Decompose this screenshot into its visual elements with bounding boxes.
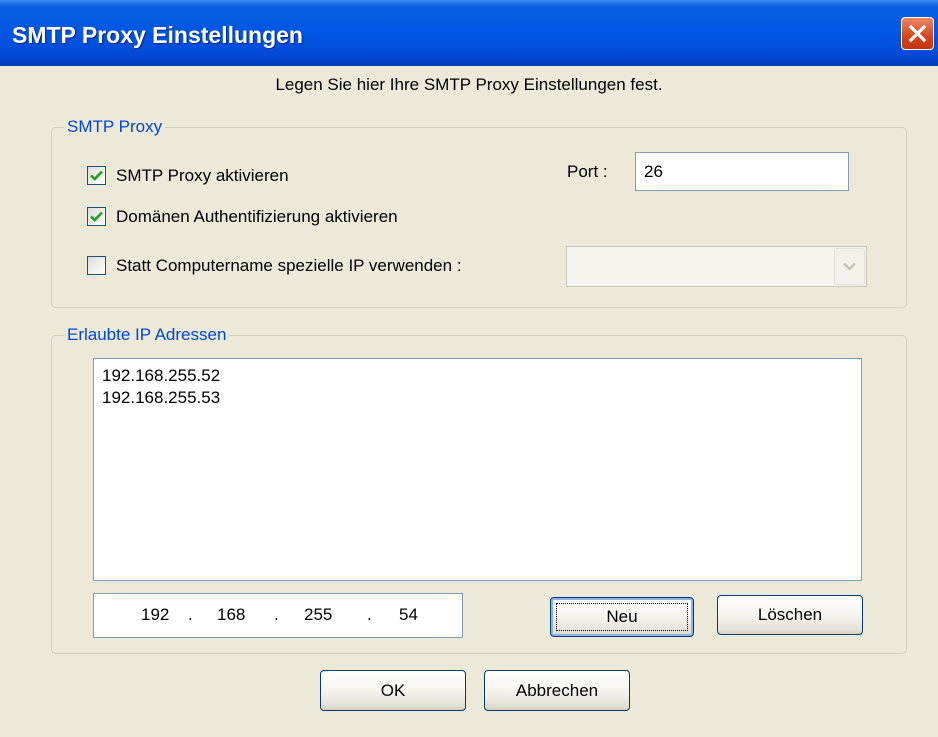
special-ip-label: Statt Computername spezielle IP verwende… <box>116 256 462 275</box>
cancel-button[interactable]: Abbrechen <box>484 670 630 711</box>
enable-proxy-checkbox[interactable] <box>87 166 106 185</box>
dialog-subtitle: Legen Sie hier Ihre SMTP Proxy Einstellu… <box>275 75 663 94</box>
ip-octet-4[interactable]: 54 <box>399 605 418 625</box>
ok-button-label: OK <box>380 680 406 700</box>
port-value: 26 <box>644 162 663 181</box>
enable-proxy-label: SMTP Proxy aktivieren <box>116 166 289 185</box>
list-item[interactable]: 192.168.255.52 <box>102 365 853 387</box>
port-label: Port : <box>567 162 608 181</box>
cancel-button-label: Abbrechen <box>515 680 599 700</box>
focus-rect <box>556 603 688 631</box>
checkmark-icon <box>90 211 103 222</box>
special-ip-checkbox[interactable] <box>87 256 106 275</box>
checkmark-icon <box>90 170 103 181</box>
allowed-ip-legend: Erlaubte IP Adressen <box>67 325 227 344</box>
ip-dot: . <box>367 605 372 624</box>
new-button[interactable]: Neu <box>550 597 694 637</box>
allowed-ip-list[interactable]: 192.168.255.52 192.168.255.53 <box>93 358 862 581</box>
ip-octet-1[interactable]: 192 <box>141 605 169 625</box>
delete-button[interactable]: Löschen <box>717 595 863 635</box>
chevron-down-icon <box>843 262 856 271</box>
title-bar: SMTP Proxy Einstellungen <box>0 0 938 66</box>
close-button[interactable] <box>901 17 934 50</box>
combo-dropdown-button[interactable] <box>834 248 865 285</box>
ip-address-input[interactable]: 192 . 168 . 255 . 54 <box>93 593 463 638</box>
domain-auth-checkbox[interactable] <box>87 207 106 226</box>
special-ip-combo[interactable] <box>566 246 867 287</box>
smtp-proxy-legend: SMTP Proxy <box>67 117 163 136</box>
ip-octet-2[interactable]: 168 <box>217 605 245 625</box>
list-item[interactable]: 192.168.255.53 <box>102 387 853 409</box>
delete-button-label: Löschen <box>757 605 823 624</box>
ip-octet-3[interactable]: 255 <box>304 605 332 625</box>
ok-button[interactable]: OK <box>320 670 466 711</box>
close-icon <box>908 24 927 43</box>
ip-dot: . <box>274 605 279 624</box>
domain-auth-label: Domänen Authentifizierung aktivieren <box>116 207 398 226</box>
port-input[interactable]: 26 <box>635 152 849 191</box>
ip-dot: . <box>188 605 193 624</box>
window-title: SMTP Proxy Einstellungen <box>12 22 303 48</box>
